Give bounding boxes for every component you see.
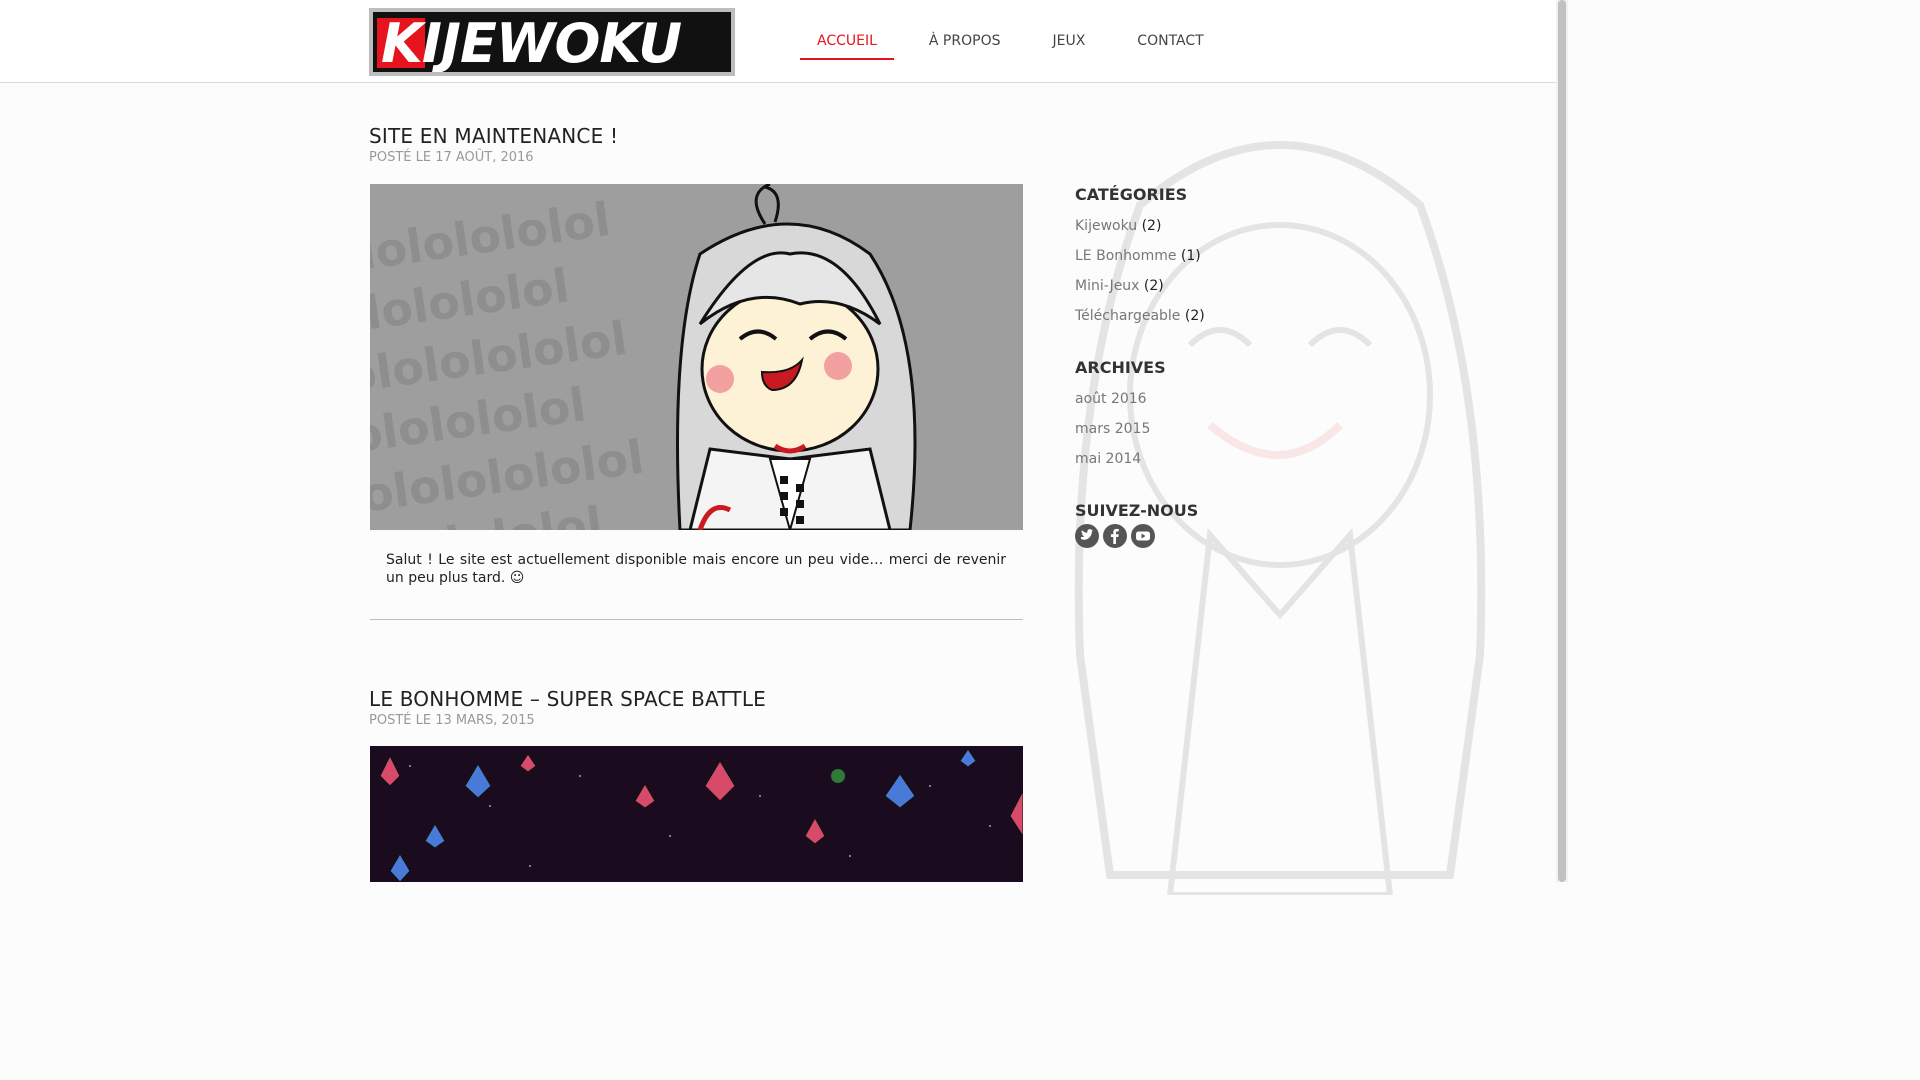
archive-link[interactable]: août 2016 xyxy=(1075,391,1147,407)
category-link-mini-jeux[interactable]: Mini-Jeux xyxy=(1075,278,1139,294)
mascot-banner-image: lolololololol lolololololol lolololololo… xyxy=(370,184,917,530)
category-link-kijewoku[interactable]: Kijewoku xyxy=(1075,218,1137,234)
archives-heading: ARCHIVES xyxy=(1075,358,1166,377)
archive-item: mai 2014 xyxy=(1075,451,1275,481)
follow-heading: SUIVEZ-NOUS xyxy=(1075,501,1199,520)
category-count: (2) xyxy=(1184,308,1205,324)
archive-item: mars 2015 xyxy=(1075,421,1275,451)
nav-jeux[interactable]: JEUX xyxy=(1035,0,1102,60)
post-title[interactable]: LE BONHOMME – SUPER SPACE BATTLE xyxy=(369,687,766,711)
category-item: Téléchargeable (2) xyxy=(1075,308,1275,338)
category-count: (1) xyxy=(1180,248,1201,264)
main-nav: ACCUEIL À PROPOS JEUX CONTACT xyxy=(800,0,1239,82)
nav-accueil[interactable]: ACCUEIL xyxy=(800,0,894,60)
post-featured-image[interactable]: lolololololol lolololololol lolololololo… xyxy=(370,184,1023,530)
post-date: POSTÉ LE 17 AOÛT, 2016 xyxy=(369,150,534,165)
twitter-icon[interactable] xyxy=(1075,524,1099,548)
category-item: LE Bonhomme (1) xyxy=(1075,248,1275,278)
archive-link[interactable]: mars 2015 xyxy=(1075,421,1150,437)
post-separator xyxy=(370,619,1023,620)
scrollbar-thumb[interactable] xyxy=(1558,0,1566,882)
category-item: Kijewoku (2) xyxy=(1075,218,1275,248)
post-featured-image[interactable] xyxy=(370,746,1023,882)
nav-a-propos[interactable]: À PROPOS xyxy=(912,0,1018,60)
archive-link[interactable]: mai 2014 xyxy=(1075,451,1141,467)
logo-text: KIJEWOKU xyxy=(381,12,682,72)
categories-list: Kijewoku (2) LE Bonhomme (1) Mini-Jeux (… xyxy=(1075,218,1275,338)
youtube-icon[interactable] xyxy=(1131,524,1155,548)
post-excerpt: Salut ! Le site est actuellement disponi… xyxy=(386,552,1006,586)
scrollbar[interactable] xyxy=(1556,0,1568,882)
logo-inner: KIJEWOKU xyxy=(373,12,731,72)
category-count: (2) xyxy=(1143,278,1164,294)
site-logo[interactable]: KIJEWOKU xyxy=(369,8,735,76)
post-title[interactable]: SITE EN MAINTENANCE ! xyxy=(369,124,618,148)
space-battle-image xyxy=(379,748,1023,882)
category-count: (2) xyxy=(1141,218,1162,234)
facebook-icon[interactable] xyxy=(1103,524,1127,548)
archives-list: août 2016 mars 2015 mai 2014 xyxy=(1075,391,1275,481)
category-item: Mini-Jeux (2) xyxy=(1075,278,1275,308)
category-link-telechargeable[interactable]: Téléchargeable xyxy=(1075,308,1180,324)
post-date: POSTÉ LE 13 MARS, 2015 xyxy=(369,713,535,728)
categories-heading: CATÉGORIES xyxy=(1075,185,1188,204)
site-header: KIJEWOKU ACCUEIL À PROPOS JEUX CONTACT xyxy=(0,0,1556,83)
nav-contact[interactable]: CONTACT xyxy=(1120,0,1220,60)
social-links xyxy=(1075,524,1275,548)
archive-item: août 2016 xyxy=(1075,391,1275,421)
category-link-le-bonhomme[interactable]: LE Bonhomme xyxy=(1075,248,1176,264)
sidebar: CATÉGORIES Kijewoku (2) LE Bonhomme (1) … xyxy=(1075,185,1275,548)
